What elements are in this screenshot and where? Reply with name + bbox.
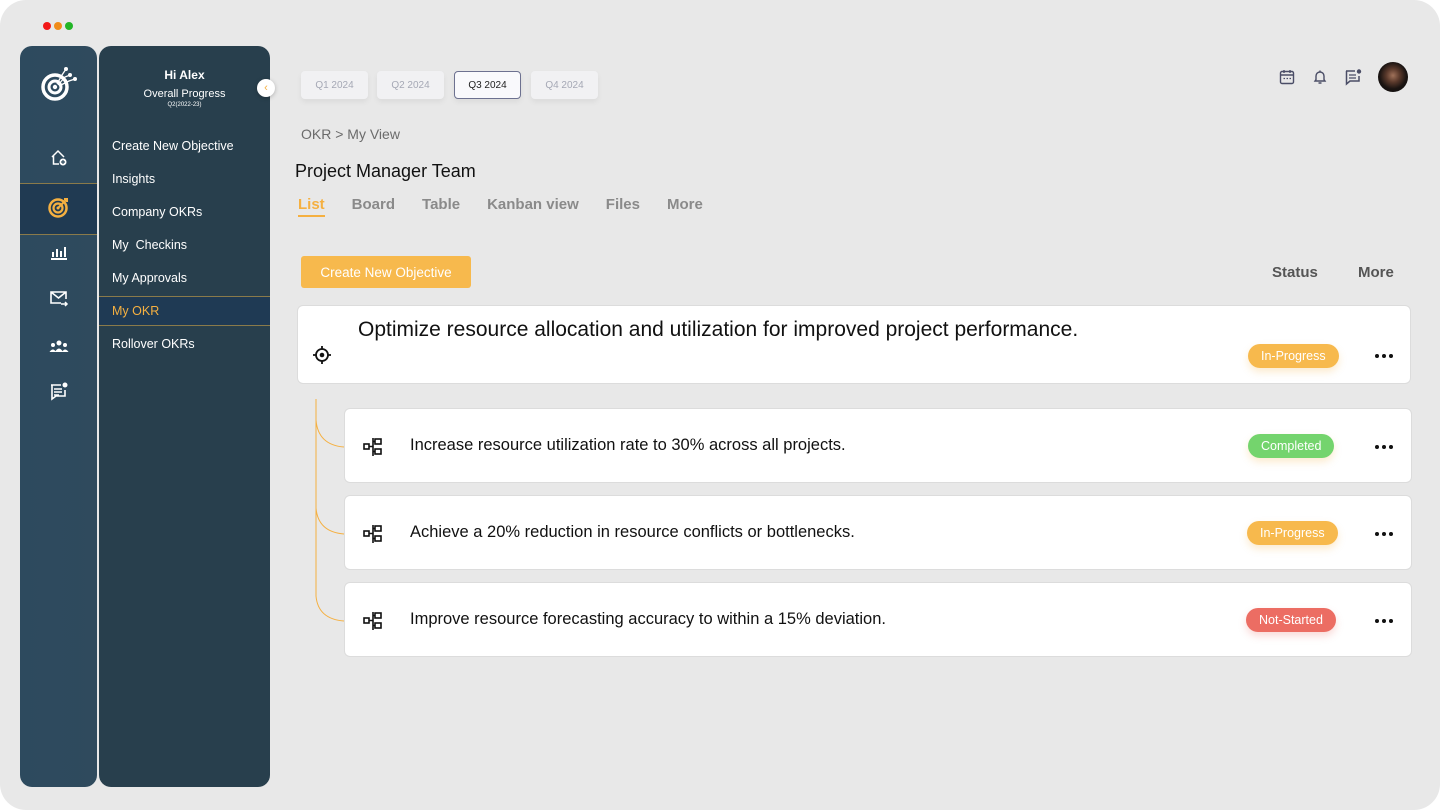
tab-kanban[interactable]: Kanban view (487, 196, 579, 213)
create-objective-button[interactable]: Create New Objective (301, 256, 471, 288)
greeting: Hi Alex (164, 68, 205, 82)
key-result-title: Increase resource utilization rate to 30… (410, 436, 846, 454)
rail-item-mail[interactable] (20, 278, 97, 324)
rail-item-reports[interactable] (20, 231, 97, 277)
window-controls (43, 22, 73, 30)
menu-item-my-okr[interactable]: My OKR (99, 296, 270, 326)
menu-item-insights[interactable]: Insights (99, 164, 270, 194)
mail-forward-icon (49, 290, 69, 313)
calendar-icon[interactable] (1274, 64, 1300, 90)
status-badge: In-Progress (1248, 344, 1339, 368)
tab-more[interactable]: More (667, 196, 703, 213)
bar-chart-icon (50, 244, 68, 265)
menu-item-rollover-okrs[interactable]: Rollover OKRs (99, 329, 270, 359)
status-column-header[interactable]: Status (1272, 264, 1318, 281)
rail-item-feedback[interactable] (20, 370, 97, 416)
header-actions (1267, 62, 1408, 92)
key-result-card[interactable]: Achieve a 20% reduction in resource conf… (344, 495, 1412, 570)
app-window: Hi Alex Overall Progress Q2(2022-23) Cre… (0, 0, 1440, 810)
menu-item-company-okrs[interactable]: Company OKRs (99, 197, 270, 227)
avatar[interactable] (1378, 62, 1408, 92)
chevron-left-icon: ‹ (264, 82, 268, 94)
key-result-title: Achieve a 20% reduction in resource conf… (410, 523, 855, 541)
target-icon (47, 196, 70, 223)
menu-item-my-approvals[interactable]: My Approvals (99, 263, 270, 293)
minimize-window-button[interactable] (54, 22, 62, 30)
hierarchy-icon (363, 524, 383, 544)
hierarchy-icon (363, 611, 383, 631)
chat-notification-icon (49, 381, 69, 406)
status-badge: In-Progress (1247, 521, 1338, 545)
menu-item-my-checkins[interactable]: My Checkins (99, 230, 270, 260)
overall-progress-label: Overall Progress (143, 88, 226, 100)
crosshair-target-icon (312, 345, 332, 365)
team-icon (49, 339, 69, 358)
tab-files[interactable]: Files (606, 196, 640, 213)
more-options-button[interactable] (1372, 346, 1396, 366)
chat-icon[interactable] (1340, 64, 1366, 90)
target-network-logo[interactable] (39, 64, 79, 104)
status-badge: Completed (1248, 434, 1335, 458)
bell-icon[interactable] (1307, 64, 1333, 90)
maximize-window-button[interactable] (65, 22, 73, 30)
page-title: Project Manager Team (295, 161, 476, 181)
progress-period: Q2(2022-23) (167, 102, 202, 108)
more-options-button[interactable] (1372, 437, 1396, 457)
collapse-sidebar-button[interactable]: ‹ (257, 79, 275, 97)
quarter-tab-q1[interactable]: Q1 2024 (301, 71, 368, 99)
objective-card[interactable]: Optimize resource allocation and utiliza… (297, 305, 1411, 384)
close-window-button[interactable] (43, 22, 51, 30)
quarter-tab-q3[interactable]: Q3 2024 (454, 71, 521, 99)
objective-title: Optimize resource allocation and utiliza… (358, 318, 1079, 341)
status-badge: Not-Started (1246, 608, 1336, 632)
more-column-header[interactable]: More (1358, 264, 1394, 281)
menu-item-create-objective[interactable]: Create New Objective (99, 131, 270, 161)
rail-item-okr[interactable] (20, 183, 97, 235)
quarter-tab-q4[interactable]: Q4 2024 (531, 71, 598, 99)
tab-table[interactable]: Table (422, 196, 460, 213)
more-options-button[interactable] (1372, 524, 1396, 544)
key-result-card[interactable]: Improve resource forecasting accuracy to… (344, 582, 1412, 657)
home-add-icon (50, 149, 68, 172)
breadcrumb: OKR > My View (301, 126, 400, 142)
tab-list[interactable]: List (298, 196, 325, 217)
tab-board[interactable]: Board (352, 196, 395, 213)
rail-item-team[interactable] (20, 325, 97, 371)
key-result-card[interactable]: Increase resource utilization rate to 30… (344, 408, 1412, 483)
rail-item-home[interactable] (20, 137, 97, 183)
key-result-title: Improve resource forecasting accuracy to… (410, 610, 886, 628)
view-tabs: List Board Table Kanban view Files More (298, 196, 730, 217)
icon-rail (20, 46, 97, 787)
hierarchy-icon (363, 437, 383, 457)
more-options-button[interactable] (1372, 611, 1396, 631)
sidebar-menu: Hi Alex Overall Progress Q2(2022-23) Cre… (99, 46, 270, 787)
quarter-tab-q2[interactable]: Q2 2024 (377, 71, 444, 99)
